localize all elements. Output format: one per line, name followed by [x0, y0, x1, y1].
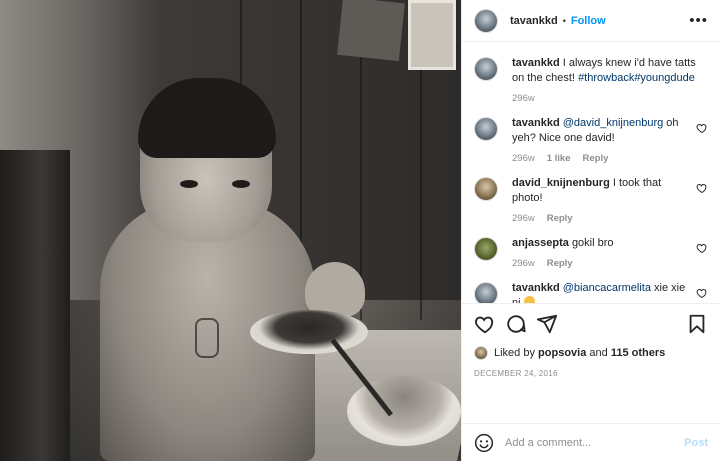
follow-button[interactable]: Follow: [571, 15, 606, 27]
caption-time[interactable]: 296w: [512, 91, 535, 106]
add-comment-bar: Post: [462, 423, 720, 461]
comment-time[interactable]: 296w: [512, 151, 535, 166]
liked-by-user[interactable]: popsovia: [538, 347, 586, 359]
comment-item: david_knijnenburg I took that photo! 296…: [474, 176, 708, 226]
liked-by-prefix: Liked by: [494, 347, 535, 359]
like-heart-icon[interactable]: [474, 313, 496, 335]
share-icon[interactable]: [536, 313, 558, 335]
photo-child-eye: [180, 180, 198, 188]
comment-username[interactable]: tavankkd: [512, 117, 560, 129]
comment-time[interactable]: 296w: [512, 256, 535, 271]
post-comment-button[interactable]: Post: [684, 437, 708, 449]
add-comment-input[interactable]: [505, 436, 685, 449]
comment-icon[interactable]: [505, 313, 527, 335]
comment-mention[interactable]: @biancacarmelita: [563, 282, 651, 294]
post-photo[interactable]: [0, 0, 461, 461]
bookmark-icon[interactable]: [686, 313, 708, 335]
post-caption: tavankkd I always knew i'd have tatts on…: [474, 56, 708, 106]
comment-like-heart-icon[interactable]: [696, 182, 708, 194]
post-actions: Liked by popsovia and 115 others DECEMBE…: [462, 303, 720, 423]
post-viewer: tavankkd • Follow ••• tavankkd I always …: [0, 0, 720, 461]
liked-by-others[interactable]: 115 others: [611, 347, 665, 359]
avatar[interactable]: [474, 117, 498, 141]
post-date[interactable]: DECEMBER 24, 2016: [474, 369, 708, 378]
caption-username[interactable]: tavankkd: [512, 57, 560, 69]
header-username[interactable]: tavankkd: [510, 15, 558, 27]
header-separator: •: [562, 15, 566, 26]
comment-username[interactable]: tavankkd: [512, 282, 560, 294]
photo-wall-picture: [408, 0, 456, 70]
avatar[interactable]: [474, 177, 498, 201]
photo-chair: [0, 150, 70, 461]
comment-time[interactable]: 296w: [512, 211, 535, 226]
comment-like-heart-icon[interactable]: [696, 287, 708, 299]
comment-like-heart-icon[interactable]: [696, 122, 708, 134]
liked-by-and: and: [589, 347, 608, 359]
photo-child-hand: [305, 262, 365, 317]
avatar[interactable]: [474, 8, 498, 33]
more-options-icon[interactable]: •••: [689, 13, 708, 28]
photo-wall-picture: [337, 0, 405, 62]
comment-item: anjassepta gokil bro 296w Reply: [474, 236, 708, 271]
photo-bowl: [250, 310, 368, 354]
avatar[interactable]: [474, 237, 498, 261]
photo-child-eye: [232, 180, 250, 188]
reply-button[interactable]: Reply: [547, 211, 573, 226]
comment-like-heart-icon[interactable]: [696, 242, 708, 254]
comment-mention[interactable]: @david_knijnenburg: [563, 117, 663, 129]
avatar[interactable]: [474, 57, 498, 81]
reply-button[interactable]: Reply: [547, 256, 573, 271]
post-header: tavankkd • Follow •••: [462, 0, 720, 42]
comment-likes[interactable]: 1 like: [547, 151, 571, 166]
caption-hashtags[interactable]: #throwback#youngdude: [578, 72, 695, 84]
likes-summary: Liked by popsovia and 115 others: [474, 346, 708, 360]
comment-item: tavankkd @david_knijnenburg oh yeh? Nice…: [474, 116, 708, 166]
emoji-picker-icon[interactable]: [474, 433, 494, 453]
photo-chest-tattoo: [195, 318, 219, 358]
reply-button[interactable]: Reply: [583, 151, 609, 166]
post-side-panel: tavankkd • Follow ••• tavankkd I always …: [461, 0, 720, 461]
comment-text: gokil bro: [571, 237, 614, 249]
comment-username[interactable]: david_knijnenburg: [512, 177, 610, 189]
comment-username[interactable]: anjassepta: [512, 237, 569, 249]
photo-bowl: [347, 376, 461, 446]
avatar[interactable]: [474, 346, 488, 360]
